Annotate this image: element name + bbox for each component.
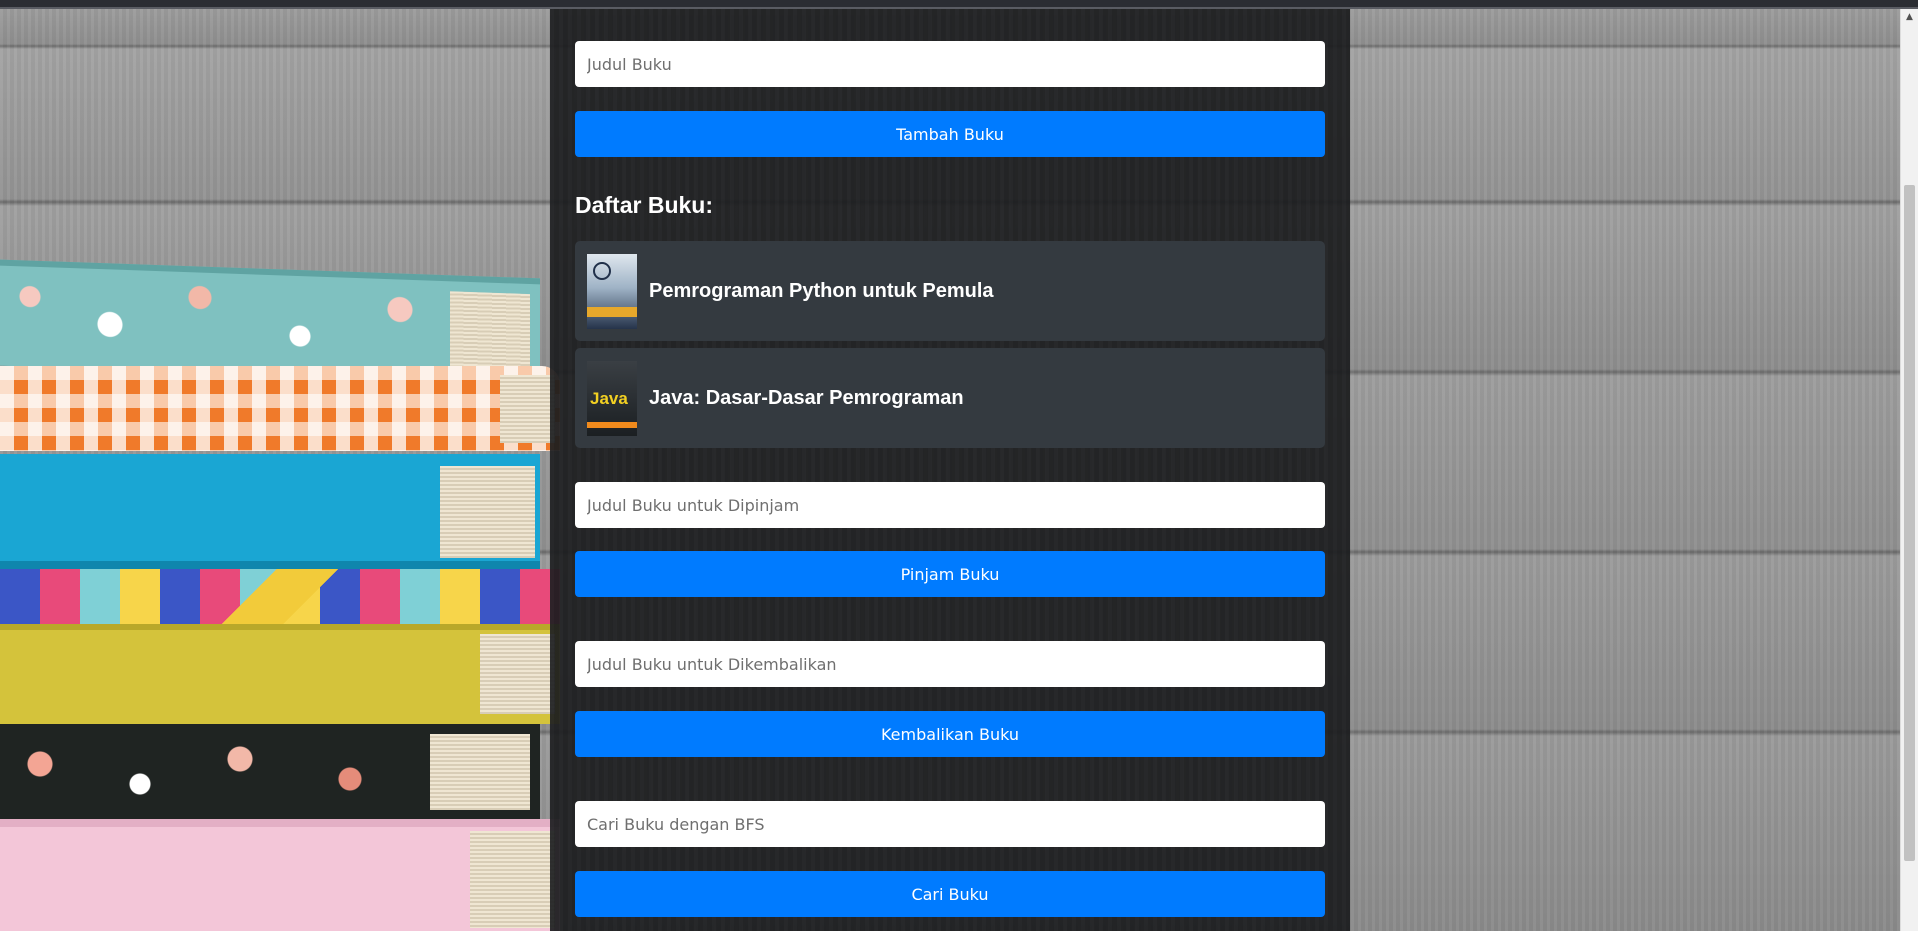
chevron-up-icon[interactable]: ▲ [1901,9,1918,26]
book-stack-background-image [0,9,560,931]
book-list-heading: Daftar Buku: [575,192,714,218]
page-scrollbar[interactable]: ▲ [1900,9,1918,931]
book-title: Pemrograman Python untuk Pemula [649,279,994,302]
scrollbar-thumb[interactable] [1904,185,1915,861]
book-title-input[interactable] [575,41,1325,87]
return-title-input[interactable] [575,641,1325,687]
library-panel: Tambah Buku Daftar Buku: Pemrograman Pyt… [550,9,1350,931]
java-book-cover-image: Java [587,360,637,436]
borrow-title-input[interactable] [575,482,1325,528]
book-title: Java: Dasar-Dasar Pemrograman [649,386,964,409]
book-list-item: Java Java: Dasar-Dasar Pemrograman [575,348,1325,448]
search-book-button[interactable]: Cari Buku [575,871,1325,917]
browser-top-strip [0,0,1918,9]
add-book-button[interactable]: Tambah Buku [575,111,1325,157]
borrow-book-button[interactable]: Pinjam Buku [575,551,1325,597]
python-book-cover-image [587,253,637,329]
search-input[interactable] [575,801,1325,847]
return-book-button[interactable]: Kembalikan Buku [575,711,1325,757]
book-list-item: Pemrograman Python untuk Pemula [575,241,1325,341]
